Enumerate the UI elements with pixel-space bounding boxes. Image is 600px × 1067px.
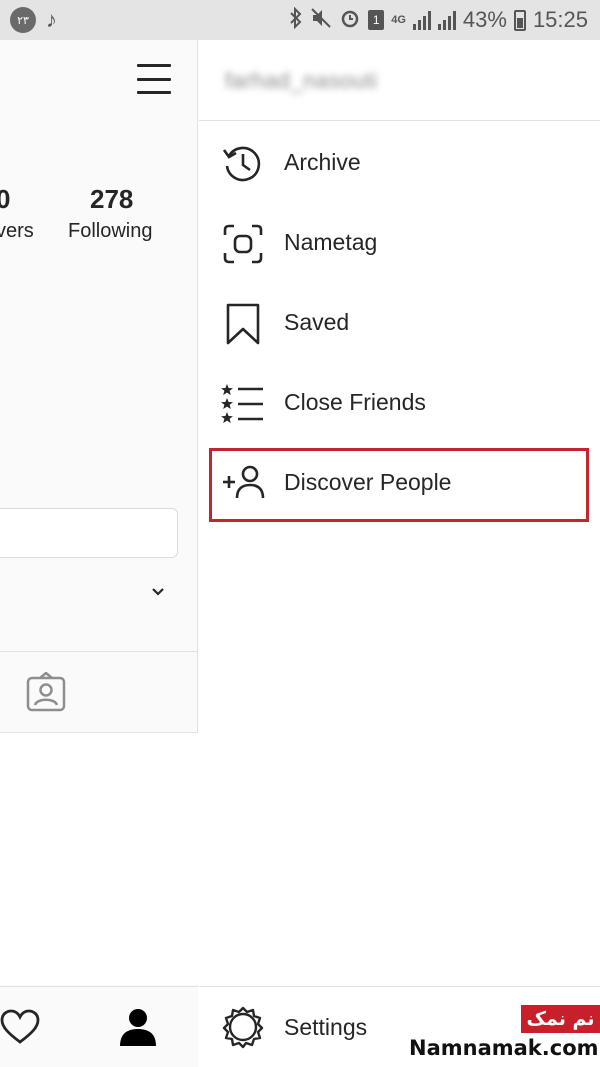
music-note-icon: ♪ (46, 7, 57, 32)
menu-header-divider (199, 120, 600, 121)
menu-item-label: Nametag (284, 228, 378, 255)
following-label[interactable]: Following (68, 220, 152, 243)
menu-item-saved[interactable]: Saved (199, 282, 600, 362)
notification-badge: ۲۳ (10, 7, 36, 33)
chevron-down-icon[interactable] (150, 584, 166, 600)
heart-icon[interactable] (0, 1009, 40, 1045)
bottom-nav (0, 986, 198, 1067)
posts-area (0, 733, 198, 985)
close-friends-icon (221, 384, 263, 423)
menu-item-label: Saved (284, 308, 350, 335)
watermark-logo: نم نمک (521, 1005, 600, 1033)
status-left: ۲۳ ♪ (10, 7, 57, 33)
gear-icon (222, 1006, 264, 1049)
clock: 15:25 (532, 7, 588, 32)
menu-item-archive[interactable]: Archive (199, 122, 600, 202)
tagged-photos-icon[interactable] (26, 672, 66, 712)
menu-item-close-friends[interactable]: Close Friends (199, 362, 600, 442)
battery-icon (513, 9, 526, 31)
menu-icon[interactable] (137, 64, 171, 94)
battery-percent: 43% (462, 7, 507, 32)
status-right: 1 4G 43% 15:25 (289, 6, 588, 33)
mute-icon (310, 7, 332, 33)
network-type: 4G (391, 14, 406, 26)
menu-item-nametag[interactable]: Nametag (199, 202, 600, 282)
followers-count[interactable]: 0 (0, 184, 10, 215)
profile-panel: 0 vers 278 Following (0, 40, 198, 1067)
menu-item-label: Close Friends (284, 388, 426, 415)
bookmark-icon (226, 303, 260, 345)
archive-icon (222, 146, 261, 182)
watermark-site: Namnamak.com (409, 1036, 599, 1060)
settings-label: Settings (284, 1014, 368, 1040)
side-menu: farhad_nasouti Archive Nametag Saved Clo… (199, 40, 600, 1067)
signal-icon (412, 10, 431, 30)
sim-indicator: 1 (368, 10, 385, 30)
alarm-icon (339, 7, 361, 33)
signal-icon-2 (437, 10, 456, 30)
following-count[interactable]: 278 (90, 184, 133, 215)
followers-label[interactable]: vers (0, 220, 34, 243)
edit-profile-button[interactable] (0, 508, 178, 558)
tabs-divider (0, 651, 198, 652)
highlight-frame (209, 448, 589, 522)
menu-item-label: Archive (284, 148, 361, 175)
menu-username: farhad_nasouti (225, 68, 378, 93)
bluetooth-icon (289, 6, 303, 33)
profile-icon[interactable] (118, 1007, 158, 1047)
status-bar: ۲۳ ♪ 1 4G 43% 15:25 (0, 0, 600, 40)
nametag-icon (223, 224, 263, 264)
